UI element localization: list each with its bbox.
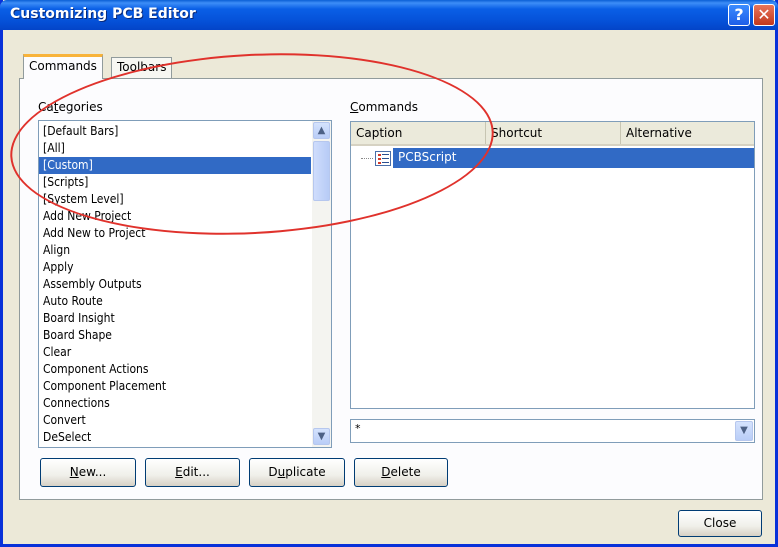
category-item[interactable]: Board Shape <box>39 327 311 344</box>
category-item[interactable]: Align <box>39 242 311 259</box>
tree-line <box>361 158 373 159</box>
chevron-down-icon[interactable]: ▼ <box>735 421 753 441</box>
scroll-thumb[interactable] <box>313 141 330 201</box>
filter-value: * <box>355 422 361 435</box>
scroll-down-icon[interactable]: ▼ <box>313 428 330 445</box>
title-bar[interactable]: Customizing PCB Editor ? ✕ <box>0 0 778 30</box>
close-button[interactable]: Close <box>678 510 762 537</box>
category-item[interactable]: Component Actions <box>39 361 311 378</box>
category-item[interactable]: Board Insight <box>39 310 311 327</box>
category-item[interactable]: [Scripts] <box>39 174 311 191</box>
commands-label: Commands <box>350 100 418 114</box>
scroll-up-icon[interactable]: ▲ <box>313 122 330 139</box>
column-shortcut[interactable]: Shortcut <box>486 122 621 144</box>
category-item[interactable]: Apply <box>39 259 311 276</box>
category-item[interactable]: [Custom] <box>39 157 311 174</box>
categories-listbox[interactable]: [Default Bars] [All] [Custom] [Scripts] [Sys… <box>38 120 332 448</box>
tab-commands[interactable]: Commands <box>23 54 103 79</box>
column-headers: Caption Shortcut Alternative <box>351 122 754 146</box>
category-item[interactable]: DeSelect <box>39 429 311 446</box>
edit-button[interactable]: Edit... <box>145 458 240 487</box>
category-item[interactable]: Clear <box>39 344 311 361</box>
delete-button[interactable]: Delete <box>354 458 448 487</box>
category-item[interactable]: Assembly Outputs <box>39 276 311 293</box>
command-caption: PCBScript <box>398 150 457 164</box>
categories-scrollbar[interactable]: ▲ ▼ <box>312 121 331 447</box>
category-item[interactable]: Component Placement <box>39 378 311 395</box>
duplicate-button[interactable]: Duplicate <box>249 458 345 487</box>
category-item[interactable]: Auto Route <box>39 293 311 310</box>
categories-label: Categories <box>38 100 103 114</box>
close-window-button[interactable]: ✕ <box>753 4 775 26</box>
category-item[interactable]: [Default Bars] <box>39 123 311 140</box>
command-row[interactable]: PCBScript <box>351 148 754 168</box>
script-icon <box>375 151 391 166</box>
category-item[interactable]: Connections <box>39 395 311 412</box>
window-title: Customizing PCB Editor <box>10 6 196 22</box>
help-button[interactable]: ? <box>728 4 750 26</box>
tab-toolbars[interactable]: Toolbars <box>111 57 173 78</box>
new-button[interactable]: New... <box>40 458 136 487</box>
category-item[interactable]: Add New to Project <box>39 225 311 242</box>
filter-combobox[interactable]: * ▼ <box>350 419 755 443</box>
column-alternative[interactable]: Alternative <box>621 122 754 144</box>
column-caption[interactable]: Caption <box>351 122 486 144</box>
category-item[interactable]: [All] <box>39 140 311 157</box>
commands-listview[interactable]: Caption Shortcut Alternative PCBScript <box>350 121 755 409</box>
category-item[interactable]: Convert <box>39 412 311 429</box>
category-item[interactable]: Add New Project <box>39 208 311 225</box>
categories-list: [Default Bars] [All] [Custom] [Scripts] [Sys… <box>39 123 311 446</box>
category-item[interactable]: [System Level] <box>39 191 311 208</box>
